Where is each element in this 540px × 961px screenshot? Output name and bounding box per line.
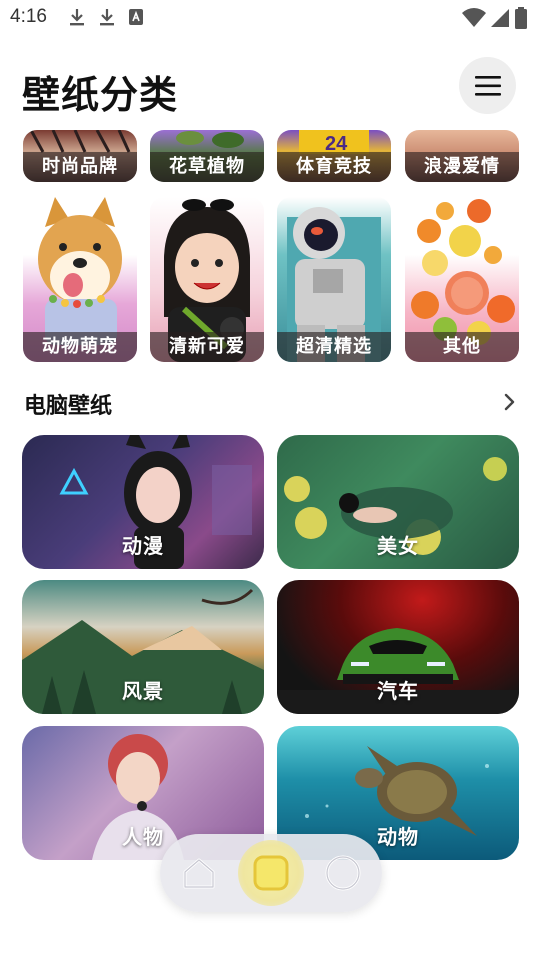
page-title: 壁纸分类 [22,73,179,117]
system-icons [462,7,528,29]
section-title-pc-wallpaper: 电脑壁纸 [24,394,113,419]
category-label: 浪漫爱情 [405,152,519,182]
card-label: 美女 [377,534,419,558]
status-time: 4:16 [10,6,47,27]
font-app-icon [129,9,143,25]
category-tile-sports[interactable]: 24 体育竞技 [277,130,391,182]
bottom-nav [160,834,382,912]
card-label: 汽车 [377,679,419,703]
category-label: 超清精选 [277,332,391,362]
home-icon [183,858,215,889]
battery-icon [515,7,527,29]
pc-card-beauty[interactable]: 美女 [277,435,519,569]
status-bar: 4:16 [0,0,540,36]
category-tile-plants[interactable]: 花草植物 [150,130,264,182]
category-tile-cute[interactable]: 清新可爱 [150,197,264,362]
nav-profile-button[interactable] [310,840,376,906]
nav-category-button[interactable] [238,840,304,906]
pc-card-car[interactable]: 汽车 [277,580,519,714]
category-tile-romance[interactable]: 浪漫爱情 [405,130,519,182]
pc-card-scenery[interactable]: 风景 [22,580,264,714]
card-label: 动漫 [122,534,164,558]
menu-button[interactable] [459,57,516,114]
category-label: 时尚品牌 [23,152,137,182]
pc-card-anime[interactable]: 动漫 [22,435,264,569]
download-icon [70,9,84,26]
signal-icon [491,9,509,27]
hamburger-icon [474,75,501,96]
square-icon [253,855,289,891]
category-label: 动物萌宠 [23,332,137,362]
category-label: 清新可爱 [150,332,264,362]
card-label: 风景 [122,679,164,703]
circle-icon [325,855,361,891]
category-label: 花草植物 [150,152,264,182]
wifi-icon [462,8,486,27]
chevron-right-icon[interactable] [500,390,520,414]
category-tile-hd[interactable]: 超清精选 [277,197,391,362]
category-tile-pets[interactable]: 动物萌宠 [23,197,137,362]
download-icon [100,9,114,26]
category-label: 体育竞技 [277,152,391,182]
category-tile-other[interactable]: 其他 [405,197,519,362]
category-tile-fashion[interactable]: 时尚品牌 [23,130,137,182]
notification-icons [68,7,144,27]
nav-home-button[interactable] [166,840,232,906]
category-label: 其他 [405,332,519,362]
